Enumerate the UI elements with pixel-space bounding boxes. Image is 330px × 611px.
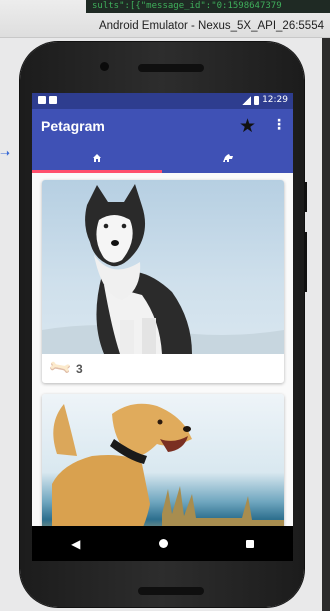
tab-home[interactable] [32, 145, 162, 173]
terminal-strip: sults":[{"message_id":"0:1598647379 [86, 0, 330, 13]
notification-icon [38, 96, 46, 104]
pet-feed[interactable]: 🦴 3 [32, 173, 293, 561]
bone-icon[interactable]: 🦴 [46, 354, 73, 381]
sd-card-icon [49, 96, 57, 104]
tab-dog[interactable] [163, 145, 293, 173]
star-icon[interactable]: ★ [239, 115, 256, 137]
back-icon[interactable]: ◀ [71, 537, 80, 551]
window-titlebar: sults":[{"message_id":"0:1598647379 Andr… [0, 0, 330, 38]
like-count: 3 [76, 362, 83, 376]
husky-image [42, 184, 284, 354]
overflow-menu-icon[interactable]: ⋮ [272, 117, 286, 133]
status-time: 12:29 [262, 95, 288, 105]
card-footer: 🦴 3 [42, 354, 284, 383]
husky-photo [42, 180, 284, 354]
tab-bar [32, 145, 293, 173]
recents-icon[interactable] [245, 539, 254, 548]
app-bar: Petagram ★ ⋮ [32, 109, 293, 145]
speaker-grille-top [138, 64, 204, 72]
device-screen: 12:29 Petagram ★ ⋮ 🦴 3 [32, 93, 293, 561]
navigation-bar: ◀ [32, 526, 293, 561]
app-title: Petagram [41, 118, 105, 134]
pet-card[interactable]: 🦴 3 [42, 180, 284, 383]
background-panel [322, 38, 330, 611]
window-title: Android Emulator - Nexus_5X_API_26:5554 [98, 20, 324, 32]
power-button[interactable] [304, 182, 307, 212]
status-bar: 12:29 [32, 93, 293, 109]
home-icon [93, 154, 101, 162]
dog-icon [223, 154, 233, 162]
camera-icon [100, 62, 109, 71]
speaker-grille-bottom [138, 587, 204, 595]
volume-button[interactable] [304, 232, 307, 292]
battery-icon [254, 95, 260, 105]
arrow-icon: ➝ [0, 146, 11, 160]
signal-icon [242, 95, 252, 105]
home-nav-icon[interactable] [158, 539, 168, 548]
